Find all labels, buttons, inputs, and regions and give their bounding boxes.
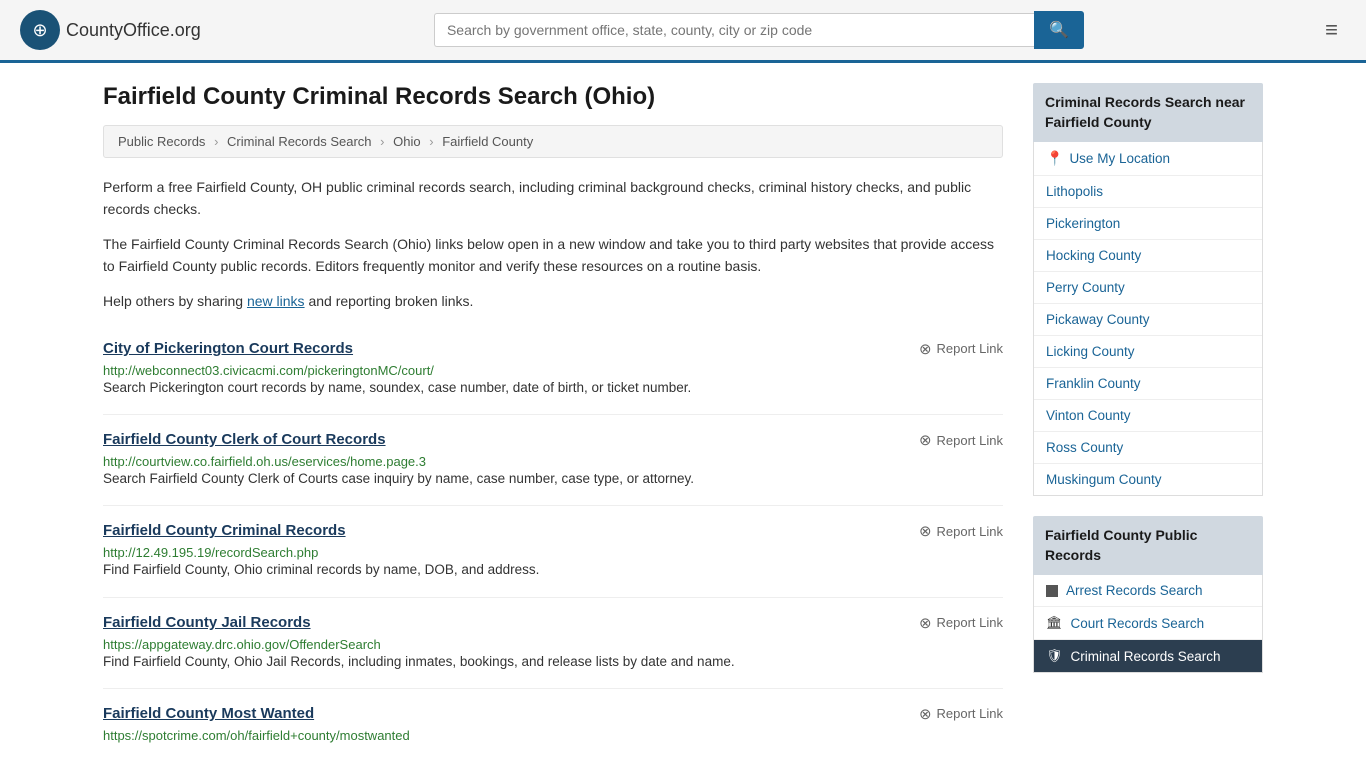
- nearby-link-6[interactable]: Franklin County: [1034, 368, 1262, 400]
- public-record-link-1[interactable]: Court Records Search: [1071, 616, 1205, 631]
- record-url-4[interactable]: https://spotcrime.com/oh/fairfield+count…: [103, 728, 410, 743]
- report-link-4[interactable]: ⊗ Report Link: [919, 705, 1003, 723]
- report-icon: ⊗: [919, 522, 932, 540]
- public-record-item-0[interactable]: Arrest Records Search: [1034, 575, 1262, 607]
- logo-area: ⊕ CountyOffice.org: [20, 10, 201, 50]
- description-1: Perform a free Fairfield County, OH publ…: [103, 176, 1003, 221]
- public-records-header: Fairfield County Public Records: [1033, 516, 1263, 575]
- public-record-link-2[interactable]: Criminal Records Search: [1071, 649, 1221, 664]
- record-url-0[interactable]: http://webconnect03.civicacmi.com/picker…: [103, 363, 434, 378]
- breadcrumb-public-records[interactable]: Public Records: [118, 134, 205, 149]
- nearby-links-container: Lithopolis Pickerington Hocking County Perr…: [1034, 176, 1262, 495]
- record-desc-1: Search Fairfield County Clerk of Courts …: [103, 469, 1003, 489]
- public-record-link-0[interactable]: Arrest Records Search: [1066, 583, 1203, 598]
- nearby-link-4[interactable]: Pickaway County: [1034, 304, 1262, 336]
- building-icon: 🏛: [1046, 615, 1063, 631]
- search-button[interactable]: 🔍: [1034, 11, 1084, 49]
- nearby-link-text-3[interactable]: Perry County: [1046, 280, 1125, 295]
- nearby-link-0[interactable]: Lithopolis: [1034, 176, 1262, 208]
- nearby-link-text-5[interactable]: Licking County: [1046, 344, 1135, 359]
- public-record-item-2[interactable]: 🛡 Criminal Records Search: [1034, 640, 1262, 672]
- nearby-link-text-6[interactable]: Franklin County: [1046, 376, 1141, 391]
- record-item: City of Pickerington Court Records ⊗ Rep…: [103, 324, 1003, 414]
- record-desc-2: Find Fairfield County, Ohio criminal rec…: [103, 560, 1003, 580]
- use-my-location[interactable]: 📍 Use My Location: [1034, 142, 1262, 176]
- public-records-section: Fairfield County Public Records Arrest R…: [1033, 516, 1263, 673]
- main-container: Fairfield County Criminal Records Search…: [83, 63, 1283, 779]
- nearby-link-3[interactable]: Perry County: [1034, 272, 1262, 304]
- breadcrumb-ohio[interactable]: Ohio: [393, 134, 420, 149]
- nearby-link-1[interactable]: Pickerington: [1034, 208, 1262, 240]
- new-links[interactable]: new links: [247, 293, 305, 309]
- record-item: Fairfield County Jail Records ⊗ Report L…: [103, 597, 1003, 688]
- record-title-4[interactable]: Fairfield County Most Wanted: [103, 705, 314, 722]
- record-title-1[interactable]: Fairfield County Clerk of Court Records: [103, 431, 386, 448]
- record-title-0[interactable]: City of Pickerington Court Records: [103, 340, 353, 357]
- description-2: The Fairfield County Criminal Records Se…: [103, 233, 1003, 278]
- report-link-1[interactable]: ⊗ Report Link: [919, 431, 1003, 449]
- breadcrumb-fairfield-county[interactable]: Fairfield County: [442, 134, 533, 149]
- report-link-0[interactable]: ⊗ Report Link: [919, 340, 1003, 358]
- nearby-link-text-8[interactable]: Ross County: [1046, 440, 1123, 455]
- record-title-2[interactable]: Fairfield County Criminal Records: [103, 522, 346, 539]
- record-url-1[interactable]: http://courtview.co.fairfield.oh.us/eser…: [103, 454, 426, 469]
- nearby-link-2[interactable]: Hocking County: [1034, 240, 1262, 272]
- logo-text: CountyOffice.org: [66, 20, 201, 41]
- public-records-items: Arrest Records Search 🏛 Court Records Se…: [1033, 575, 1263, 673]
- report-icon: ⊗: [919, 340, 932, 358]
- report-link-2[interactable]: ⊗ Report Link: [919, 522, 1003, 540]
- record-url-3[interactable]: https://appgateway.drc.ohio.gov/Offender…: [103, 637, 381, 652]
- nearby-link-text-2[interactable]: Hocking County: [1046, 248, 1141, 263]
- nearby-link-8[interactable]: Ross County: [1034, 432, 1262, 464]
- nearby-link-text-4[interactable]: Pickaway County: [1046, 312, 1150, 327]
- content-area: Fairfield County Criminal Records Search…: [103, 83, 1003, 759]
- records-list: City of Pickerington Court Records ⊗ Rep…: [103, 324, 1003, 759]
- record-item: Fairfield County Clerk of Court Records …: [103, 414, 1003, 505]
- nearby-link-text-0[interactable]: Lithopolis: [1046, 184, 1103, 199]
- nearby-link-9[interactable]: Muskingum County: [1034, 464, 1262, 495]
- logo-icon: ⊕: [20, 10, 60, 50]
- report-icon: ⊗: [919, 705, 932, 723]
- description-3: Help others by sharing new links and rep…: [103, 290, 1003, 312]
- nearby-link-7[interactable]: Vinton County: [1034, 400, 1262, 432]
- sidebar: Criminal Records Search near Fairfield C…: [1033, 83, 1263, 759]
- site-header: ⊕ CountyOffice.org 🔍 ≡: [0, 0, 1366, 63]
- breadcrumb-criminal-records-search[interactable]: Criminal Records Search: [227, 134, 372, 149]
- nearby-section: Criminal Records Search near Fairfield C…: [1033, 83, 1263, 496]
- report-link-3[interactable]: ⊗ Report Link: [919, 614, 1003, 632]
- nearby-items: 📍 Use My Location Lithopolis Pickerington…: [1033, 142, 1263, 496]
- square-icon: [1046, 585, 1058, 597]
- report-icon: ⊗: [919, 614, 932, 632]
- nearby-link-text-7[interactable]: Vinton County: [1046, 408, 1131, 423]
- nearby-link-text-1[interactable]: Pickerington: [1046, 216, 1120, 231]
- location-icon: 📍: [1046, 150, 1063, 167]
- record-url-2[interactable]: http://12.49.195.19/recordSearch.php: [103, 545, 318, 560]
- public-record-item-1[interactable]: 🏛 Court Records Search: [1034, 607, 1262, 640]
- record-item: Fairfield County Most Wanted ⊗ Report Li…: [103, 688, 1003, 759]
- record-item: Fairfield County Criminal Records ⊗ Repo…: [103, 505, 1003, 596]
- menu-button[interactable]: ≡: [1317, 13, 1346, 47]
- record-desc-3: Find Fairfield County, Ohio Jail Records…: [103, 652, 1003, 672]
- shield-icon: 🛡: [1046, 648, 1063, 664]
- record-title-3[interactable]: Fairfield County Jail Records: [103, 614, 311, 631]
- page-title: Fairfield County Criminal Records Search…: [103, 83, 1003, 111]
- search-input[interactable]: [434, 13, 1034, 47]
- record-desc-0: Search Pickerington court records by nam…: [103, 378, 1003, 398]
- breadcrumb: Public Records › Criminal Records Search…: [103, 125, 1003, 158]
- search-area: 🔍: [434, 11, 1084, 49]
- report-icon: ⊗: [919, 431, 932, 449]
- nearby-link-text-9[interactable]: Muskingum County: [1046, 472, 1162, 487]
- nearby-link-5[interactable]: Licking County: [1034, 336, 1262, 368]
- nearby-header: Criminal Records Search near Fairfield C…: [1033, 83, 1263, 142]
